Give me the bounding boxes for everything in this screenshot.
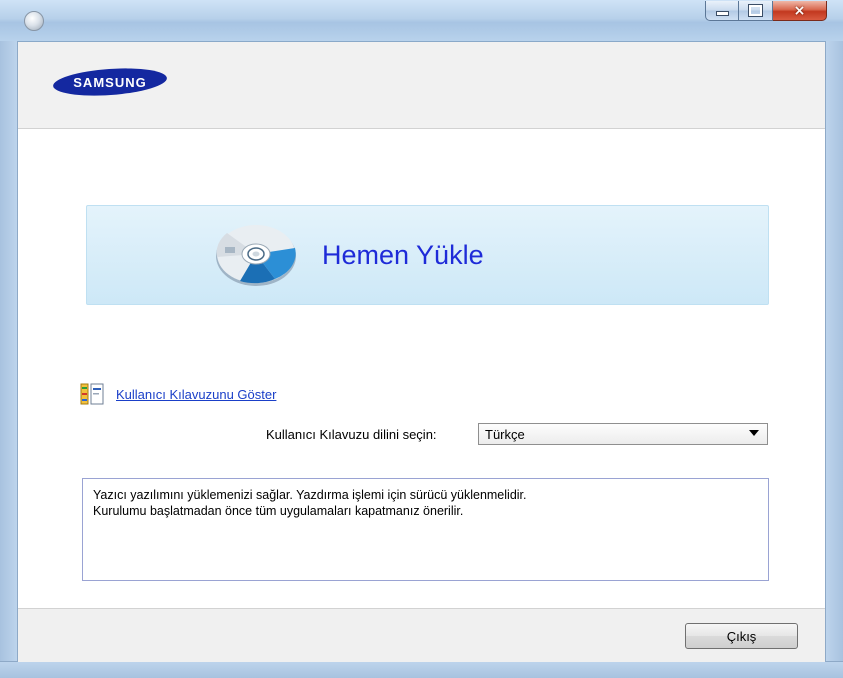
minimize-button[interactable] <box>705 1 739 21</box>
show-user-guide-link[interactable]: Kullanıcı Kılavuzunu Göster <box>116 387 276 402</box>
guide-language-value: Türkçe <box>485 426 525 442</box>
install-now-title: Hemen Yükle <box>322 240 484 270</box>
logo-text: SAMSUNG <box>73 75 146 90</box>
install-now-button[interactable]: Hemen Yükle <box>86 205 769 305</box>
show-user-guide-row[interactable]: Kullanıcı Kılavuzunu Göster <box>80 382 276 406</box>
window-controls: × <box>705 1 827 21</box>
footer-bar: Çıkış <box>18 608 825 662</box>
app-icon <box>24 11 44 31</box>
minimize-icon <box>715 11 729 16</box>
client-area: SAMSUNG Hemen Yükle Kullanıcı Kılavuzunu… <box>18 42 825 662</box>
header-bar: SAMSUNG <box>18 42 825 129</box>
window-frame-bottom <box>0 661 843 678</box>
manual-book-icon <box>80 383 104 405</box>
guide-language-label: Kullanıcı Kılavuzu dilini seçin: <box>266 427 437 442</box>
guide-language-select[interactable]: Türkçe <box>478 423 768 445</box>
exit-button[interactable]: Çıkış <box>685 623 798 649</box>
close-button[interactable]: × <box>773 1 827 21</box>
close-icon: × <box>793 2 806 19</box>
maximize-icon <box>748 4 763 17</box>
window-frame-right <box>825 41 843 661</box>
samsung-logo: SAMSUNG <box>52 68 168 101</box>
window-frame-left <box>0 41 18 661</box>
description-line-2: Kurulumu başlatmadan önce tüm uygulamala… <box>93 504 464 518</box>
chevron-down-icon[interactable] <box>749 430 759 436</box>
maximize-button[interactable] <box>739 1 773 21</box>
installer-window: × SAMSUNG Hemen Yükle Kullanıcı Kılavuzu… <box>0 0 843 678</box>
description-box: Yazıcı yazılımını yüklemenizi sağlar. Ya… <box>82 478 769 581</box>
cd-disc-icon <box>215 223 297 292</box>
description-line-1: Yazıcı yazılımını yüklemenizi sağlar. Ya… <box>93 488 527 502</box>
title-bar[interactable]: × <box>0 0 843 42</box>
